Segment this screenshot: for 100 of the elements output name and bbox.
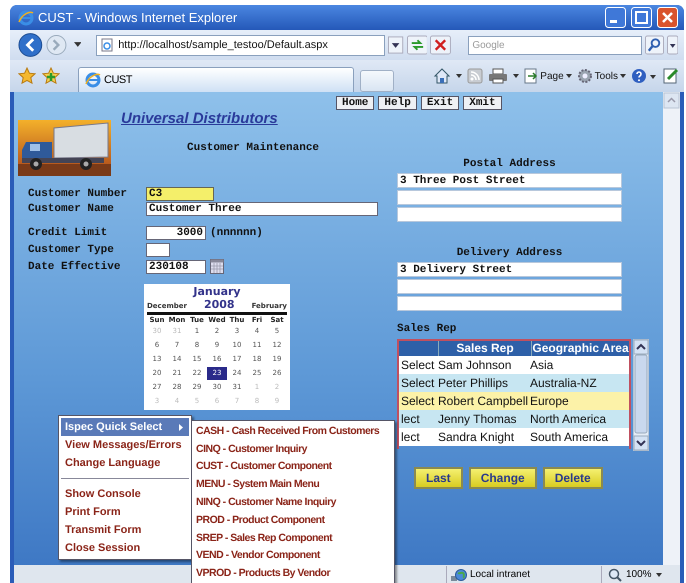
form-title: Customer Maintenance	[187, 142, 320, 154]
menu-item[interactable]: Show Console	[61, 485, 189, 503]
table-cell-text: Sam Johnson	[438, 358, 512, 372]
input-field[interactable]: 3 Three Post Street	[397, 173, 622, 188]
nav-button[interactable]: Help	[378, 96, 417, 110]
close-button[interactable]	[657, 7, 678, 28]
table-row[interactable]: Select Robert Campbell Europe	[399, 392, 629, 410]
dropdown-arrow-icon[interactable]	[74, 42, 82, 48]
dropdown-arrow-icon	[620, 74, 626, 78]
input-field[interactable]: 230108	[146, 260, 206, 274]
search-field[interactable]: Google	[468, 36, 642, 54]
dropdown-arrow-icon	[566, 74, 572, 78]
menu-item[interactable]: Ispec Quick Select	[61, 418, 189, 436]
table-cell-text: Australia-NZ	[530, 376, 598, 390]
tools-menu[interactable]: Tools	[576, 68, 626, 84]
menu-item[interactable]: PROD - Product Component	[196, 510, 390, 529]
menu-item[interactable]: MENU - System Main Menu	[196, 475, 390, 494]
search-icon[interactable]	[644, 35, 664, 55]
select-link[interactable]: lect	[399, 412, 438, 426]
format-hint: (nnnnnn)	[210, 226, 263, 238]
menu-item[interactable]: Transmit Form	[61, 521, 189, 539]
calendar-icon[interactable]	[210, 259, 224, 274]
home-icon[interactable]	[433, 67, 452, 85]
browser-icon	[85, 72, 101, 88]
input-field[interactable]: Customer Three	[146, 202, 378, 216]
table-cell-text: Peter Phillips	[438, 376, 510, 390]
menu-item[interactable]: CINQ - Customer Inquiry	[196, 440, 390, 458]
browser-icon	[18, 10, 34, 26]
menu-item[interactable]: Print Form	[61, 503, 189, 521]
section-heading: Postal Address	[462, 158, 557, 171]
dropdown-arrow-icon[interactable]	[456, 74, 462, 78]
dropdown-icon[interactable]	[666, 35, 678, 55]
page-icon	[524, 68, 538, 84]
field-label: Customer Name	[28, 202, 115, 214]
research-icon[interactable]	[662, 67, 680, 85]
menu-item[interactable]: View Messages/Errors	[61, 436, 189, 454]
star-plus-icon[interactable]	[42, 67, 60, 85]
select-link[interactable]: lect	[399, 430, 438, 444]
select-link[interactable]: Select	[399, 376, 438, 390]
help-icon[interactable]	[631, 68, 657, 84]
input-field[interactable]	[397, 279, 622, 294]
address-field[interactable]: http://localhost/sample_testoo/Default.aspx	[96, 34, 386, 56]
maximize-button[interactable]	[631, 7, 652, 28]
select-link[interactable]: Select	[399, 394, 438, 408]
action-button[interactable]: Delete	[542, 467, 603, 489]
gear-icon	[576, 68, 593, 84]
table-row[interactable]: Select Sam Johnson Asia	[399, 356, 629, 374]
back-button[interactable]	[18, 32, 43, 58]
field-label: Customer Number	[28, 188, 128, 200]
submenu-arrow-icon	[179, 424, 183, 430]
nav-button[interactable]: Exit	[420, 96, 460, 110]
table-row[interactable]: lect Jenny Thomas North America	[399, 410, 629, 428]
field-label: Date Effective	[28, 260, 122, 272]
security-zone: Local intranet	[446, 566, 601, 583]
input-field[interactable]	[397, 296, 622, 311]
field-label: Credit Limit	[28, 226, 108, 238]
feed-icon[interactable]	[467, 68, 484, 84]
menu-item[interactable]: Change Language	[61, 454, 189, 472]
input-field[interactable]: 3 Delivery Street	[397, 262, 622, 277]
input-field[interactable]: C3	[146, 186, 214, 200]
nav-button[interactable]: Xmit	[463, 96, 502, 110]
menu-item[interactable]: VPROD - Products By Vendor	[196, 564, 390, 582]
nav-button[interactable]: Home	[336, 96, 374, 110]
minimize-button[interactable]	[605, 7, 626, 28]
page-icon	[100, 38, 114, 52]
table-cell-text: Jenny Thomas	[438, 412, 518, 426]
action-button[interactable]: Last	[414, 467, 463, 489]
table-cell-text: Europe	[530, 394, 570, 408]
printer-icon[interactable]	[488, 68, 508, 84]
input-field[interactable]: 3000	[146, 226, 206, 240]
menu-item[interactable]: NINQ - Customer Name Inquiry	[196, 493, 390, 511]
calendar-month: January	[192, 286, 242, 298]
scrollbar[interactable]	[633, 339, 649, 451]
star-icon[interactable]	[18, 67, 36, 85]
select-link[interactable]: Select	[399, 358, 438, 372]
browser-tab[interactable]: CUST	[78, 67, 354, 92]
stop-icon[interactable]	[430, 35, 452, 55]
dropdown-arrow-icon	[656, 572, 662, 576]
action-button[interactable]: Change	[468, 467, 537, 489]
menu-item[interactable]: CASH - Cash Received From Customers	[196, 422, 390, 440]
table-row[interactable]: Select Peter Phillips Australia-NZ	[399, 374, 629, 392]
table-cell-text: Robert Campbell	[438, 394, 530, 408]
scrollbar[interactable]	[663, 92, 680, 565]
zoom-control[interactable]: 100%	[601, 566, 680, 583]
company-link[interactable]: Universal Distributors	[121, 110, 320, 127]
table-cell-text: Asia	[530, 358, 554, 372]
input-field[interactable]	[397, 190, 622, 205]
page-menu[interactable]: Page	[524, 68, 572, 84]
dropdown-icon[interactable]	[388, 36, 404, 54]
menu-item[interactable]: CUST - Customer Component	[196, 458, 390, 476]
table-cell-text: North America	[530, 412, 608, 426]
dropdown-arrow-icon[interactable]	[513, 74, 520, 78]
menu-item[interactable]: SREP - Sales Rep Component	[196, 528, 390, 547]
input-field[interactable]	[397, 207, 622, 222]
menu-item[interactable]: Close Session	[61, 539, 189, 557]
table-cell-text: Sandra Knight	[438, 430, 516, 444]
input-field[interactable]	[146, 242, 170, 256]
menu-item[interactable]: VEND - Vendor Component	[196, 546, 390, 564]
table-row[interactable]: lect Sandra Knight South America	[399, 428, 629, 446]
section-heading: Sales Rep	[397, 323, 458, 335]
